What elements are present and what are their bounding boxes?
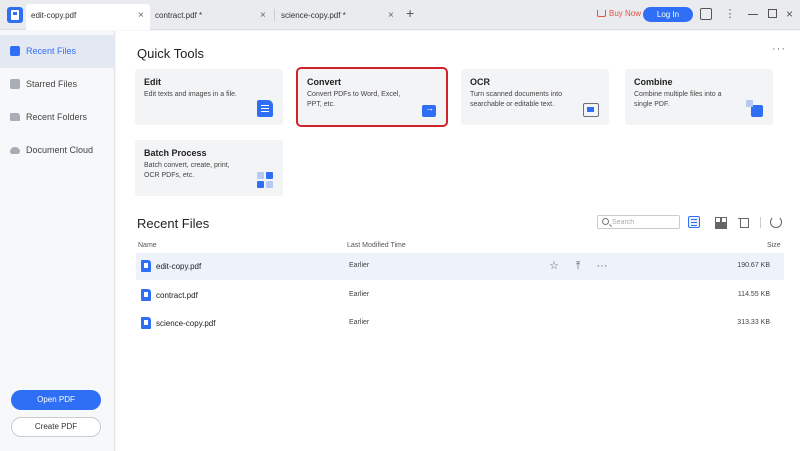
search-icon: [602, 218, 609, 225]
file-modified: Earlier: [349, 262, 370, 269]
login-button[interactable]: Log In: [643, 7, 693, 22]
edit-tool-icon: [257, 100, 273, 117]
title-bar: edit-copy.pdf × contract.pdf * × science…: [0, 0, 800, 30]
app-logo-icon: [7, 7, 23, 23]
buy-now-link[interactable]: Buy Now: [597, 9, 641, 18]
file-size: 114.55 KB: [737, 291, 770, 298]
tool-title: Edit: [144, 77, 161, 87]
file-name: edit-copy.pdf: [156, 262, 202, 271]
file-name: science-copy.pdf: [156, 319, 216, 328]
file-modified: Earlier: [349, 319, 370, 326]
tool-desc: Convert PDFs to Word, Excel, PPT, etc.: [307, 91, 401, 108]
column-header-size[interactable]: Size: [767, 242, 781, 249]
pdf-file-icon: [141, 260, 151, 272]
search-box[interactable]: [597, 215, 680, 229]
tool-card-ocr[interactable]: OCR Turn scanned documents into searchab…: [461, 69, 609, 125]
tool-title: Convert: [307, 77, 342, 87]
tool-card-batch-process[interactable]: Batch Process Batch convert, create, pri…: [135, 140, 283, 196]
tool-title: Combine: [634, 77, 673, 87]
sidebar-item-document-cloud[interactable]: Document Cloud: [0, 134, 115, 167]
row-more-icon[interactable]: ···: [596, 260, 608, 272]
tab-science-copy[interactable]: science-copy.pdf * ×: [276, 4, 400, 30]
maximize-icon[interactable]: [768, 9, 777, 18]
tool-desc: Combine multiple files into a single PDF…: [634, 91, 722, 108]
list-view-icon[interactable]: [688, 216, 700, 228]
pdf-file-icon: [141, 317, 151, 329]
open-pdf-button[interactable]: Open PDF: [11, 390, 101, 410]
tab-label: science-copy.pdf *: [281, 11, 346, 20]
file-modified: Earlier: [349, 291, 370, 298]
tab-label: contract.pdf *: [155, 11, 203, 20]
star-icon[interactable]: ☆: [548, 260, 560, 272]
sidebar-item-recent-files[interactable]: Recent Files: [0, 35, 115, 68]
table-row[interactable]: contract.pdf Earlier 114.55 KB: [136, 282, 784, 309]
tab-contract[interactable]: contract.pdf * ×: [150, 4, 274, 30]
tab-edit-copy[interactable]: edit-copy.pdf ×: [26, 4, 150, 30]
create-pdf-button[interactable]: Create PDF: [11, 417, 101, 437]
sidebar: Recent Files Starred Files Recent Folder…: [0, 31, 115, 451]
sidebar-item-label: Document Cloud: [26, 145, 94, 155]
tool-title: OCR: [470, 77, 490, 87]
sidebar-item-label: Recent Files: [26, 46, 77, 56]
search-input[interactable]: [612, 217, 678, 227]
convert-tool-icon: [418, 100, 436, 117]
file-size: 190.67 KB: [737, 262, 770, 269]
tab-separator: [274, 9, 275, 21]
sidebar-item-recent-folders[interactable]: Recent Folders: [0, 101, 115, 134]
table-row[interactable]: edit-copy.pdf Earlier ☆ ⤒ ··· 190.67 KB: [136, 253, 784, 280]
more-options-icon[interactable]: ···: [772, 43, 786, 55]
sidebar-item-label: Recent Folders: [26, 112, 88, 122]
sidebar-item-label: Starred Files: [26, 79, 78, 89]
buy-now-label: Buy Now: [609, 9, 642, 18]
minimize-icon[interactable]: [747, 8, 759, 20]
combine-tool-icon: [746, 100, 763, 117]
folder-icon: [10, 113, 20, 121]
file-size: 313.33 KB: [737, 319, 770, 326]
tool-desc: Batch convert, create, print, OCR PDFs, …: [144, 162, 230, 179]
tab-close-icon[interactable]: ×: [260, 10, 266, 21]
file-name: contract.pdf: [156, 291, 198, 300]
tab-close-icon[interactable]: ×: [388, 10, 394, 21]
tool-card-edit[interactable]: Edit Edit texts and images in a file.: [135, 69, 283, 125]
batch-process-tool-icon: [257, 172, 273, 188]
toolbar-divider: [760, 217, 761, 228]
cart-icon: [597, 10, 606, 17]
tab-label: edit-copy.pdf: [31, 11, 77, 20]
ocr-tool-icon: [583, 103, 599, 117]
column-header-name[interactable]: Name: [138, 242, 157, 249]
grid-view-icon[interactable]: [714, 216, 726, 228]
tool-desc: Edit texts and images in a file.: [144, 91, 237, 98]
trash-icon[interactable]: [738, 216, 750, 228]
sidebar-item-starred-files[interactable]: Starred Files: [0, 68, 115, 101]
tab-close-icon[interactable]: ×: [138, 10, 144, 21]
recent-files-title: Recent Files: [137, 216, 210, 231]
quick-tools-title: Quick Tools: [137, 46, 204, 61]
recent-files-icon: [10, 46, 20, 56]
column-header-modified[interactable]: Last Modified Time: [347, 242, 406, 249]
refresh-icon[interactable]: [770, 216, 782, 228]
main-panel: Quick Tools ··· Edit Edit texts and imag…: [116, 31, 800, 451]
cloud-icon: [10, 147, 20, 154]
tool-card-convert[interactable]: Convert Convert PDFs to Word, Excel, PPT…: [296, 67, 448, 127]
tool-card-combine[interactable]: Combine Combine multiple files into a si…: [625, 69, 773, 125]
table-row[interactable]: science-copy.pdf Earlier 313.33 KB: [136, 310, 784, 337]
message-icon[interactable]: [700, 8, 712, 20]
starred-files-icon: [10, 79, 20, 89]
pdf-file-icon: [141, 289, 151, 301]
close-window-icon[interactable]: ×: [786, 8, 798, 20]
menu-kebab-icon[interactable]: ⋮: [724, 8, 736, 20]
new-tab-icon[interactable]: +: [406, 5, 414, 21]
tool-title: Batch Process: [144, 148, 207, 158]
share-icon[interactable]: ⤒: [572, 260, 584, 272]
tool-desc: Turn scanned documents into searchable o…: [470, 91, 562, 108]
